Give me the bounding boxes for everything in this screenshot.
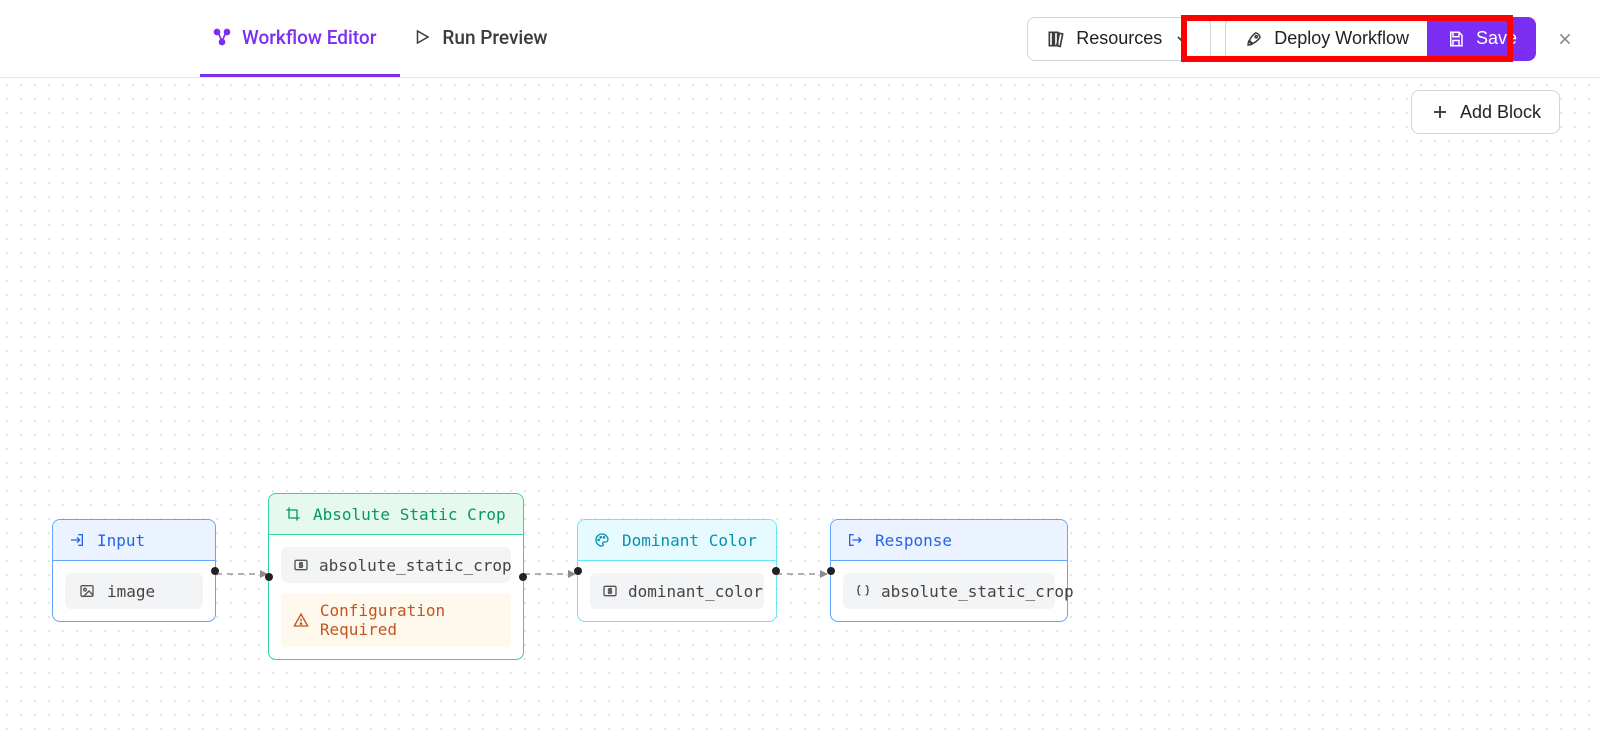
save-button[interactable]: Save: [1427, 17, 1536, 61]
tabs: Workflow Editor Run Preview: [200, 0, 572, 77]
node-crop-title-text: Absolute Static Crop: [313, 505, 506, 524]
node-crop-chip[interactable]: S absolute_static_crop: [281, 547, 511, 583]
tab-editor-label: Workflow Editor: [242, 26, 376, 49]
login-icon: [67, 530, 87, 550]
workflow-icon: [212, 27, 232, 47]
image-icon: [77, 581, 97, 601]
tab-run-preview[interactable]: Run Preview: [400, 0, 571, 77]
deploy-workflow-button[interactable]: Deploy Workflow: [1225, 17, 1427, 61]
port-in[interactable]: [574, 567, 582, 575]
node-dominant-title: Dominant Color: [578, 520, 776, 560]
node-dominant-chip-text: dominant_color: [628, 582, 763, 601]
port-in[interactable]: [265, 573, 273, 581]
node-crop-title: Absolute Static Crop: [269, 494, 523, 534]
workflow-canvas[interactable]: Add Block Input image A: [0, 78, 1600, 738]
port-out[interactable]: [519, 573, 527, 581]
palette-icon: [592, 530, 612, 550]
books-icon: [1046, 29, 1066, 49]
resources-dropdown[interactable]: Resources: [1027, 17, 1211, 61]
save-label: Save: [1476, 28, 1517, 49]
save-icon: [1446, 29, 1466, 49]
port-in[interactable]: [827, 567, 835, 575]
tab-workflow-editor[interactable]: Workflow Editor: [200, 0, 400, 77]
node-crop-warning-text: Configuration Required: [320, 601, 499, 639]
node-response-chip[interactable]: absolute_static_crop: [843, 573, 1055, 609]
header-bar: Workflow Editor Run Preview Resources: [0, 0, 1600, 78]
tab-preview-label: Run Preview: [442, 26, 547, 49]
edge-crop-to-dominant: [524, 573, 574, 575]
edge-input-to-crop: [216, 573, 266, 575]
rocket-icon: [1244, 29, 1264, 49]
header-actions: Resources Deploy Workflow Save: [1027, 17, 1580, 61]
crop-icon: [283, 504, 303, 524]
add-block-button[interactable]: Add Block: [1411, 90, 1560, 134]
string-icon: S: [293, 555, 309, 575]
node-crop-warning[interactable]: Configuration Required: [281, 593, 511, 647]
plus-icon: [1430, 102, 1450, 122]
node-crop-chip-text: absolute_static_crop: [319, 556, 512, 575]
node-input[interactable]: Input image: [52, 519, 216, 622]
warning-icon: [293, 610, 310, 630]
logout-icon: [845, 530, 865, 550]
deploy-label: Deploy Workflow: [1274, 28, 1409, 49]
resources-label: Resources: [1076, 28, 1162, 49]
close-button[interactable]: [1550, 24, 1580, 54]
string-icon: S: [602, 581, 618, 601]
node-response-title-text: Response: [875, 531, 952, 550]
node-dominant-title-text: Dominant Color: [622, 531, 757, 550]
node-input-title: Input: [53, 520, 215, 560]
play-icon: [412, 27, 432, 47]
node-response-chip-text: absolute_static_crop: [881, 582, 1074, 601]
node-input-chip[interactable]: image: [65, 573, 203, 609]
deploy-save-group: Deploy Workflow Save: [1225, 17, 1536, 61]
add-block-label: Add Block: [1460, 102, 1541, 123]
svg-text:S: S: [299, 562, 303, 570]
edge-dominant-to-response: [776, 573, 826, 575]
port-out[interactable]: [211, 567, 219, 575]
node-absolute-static-crop[interactable]: Absolute Static Crop S absolute_static_c…: [268, 493, 524, 660]
svg-text:S: S: [608, 588, 612, 596]
port-out[interactable]: [772, 567, 780, 575]
node-response[interactable]: Response absolute_static_crop: [830, 519, 1068, 622]
braces-icon: [855, 581, 871, 601]
node-response-title: Response: [831, 520, 1067, 560]
node-dominant-color[interactable]: Dominant Color S dominant_color: [577, 519, 777, 622]
node-input-title-text: Input: [97, 531, 145, 550]
chevron-down-icon: [1172, 29, 1192, 49]
node-dominant-chip[interactable]: S dominant_color: [590, 573, 764, 609]
node-input-chip-text: image: [107, 582, 155, 601]
